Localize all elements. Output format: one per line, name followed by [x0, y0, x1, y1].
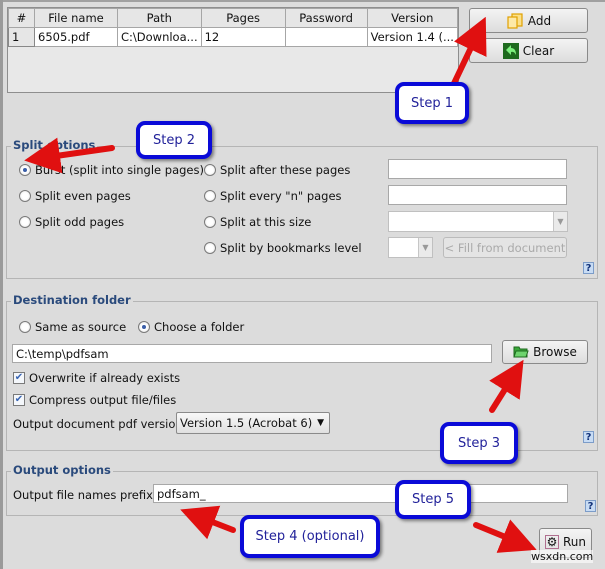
add-button[interactable]: Add: [469, 8, 588, 33]
column-header-number[interactable]: #: [8, 8, 35, 28]
column-header-path[interactable]: Path: [117, 8, 202, 28]
radio-split-odd[interactable]: [19, 216, 31, 228]
split-every-n-input[interactable]: [388, 185, 567, 205]
option-split-even[interactable]: Split even pages: [19, 189, 131, 203]
destination-help-icon[interactable]: ?: [583, 431, 594, 443]
radio-choose-folder[interactable]: [138, 321, 150, 333]
prefix-label: Output file names prefix:: [13, 488, 157, 502]
compress-checkbox[interactable]: ✔: [13, 394, 25, 406]
add-files-icon: [507, 12, 523, 29]
cell-password: [284, 27, 368, 47]
fill-from-document-button[interactable]: < Fill from document: [443, 237, 567, 258]
option-split-odd[interactable]: Split odd pages: [19, 215, 124, 229]
option-burst-label: Burst (split into single pages): [35, 163, 204, 177]
window-frame-top: [0, 0, 605, 2]
cell-version: Version 1.4 (...: [366, 27, 458, 47]
overwrite-checkbox[interactable]: ✔: [13, 372, 25, 384]
step4-callout: Step 4 (optional): [240, 515, 380, 558]
step4-arrow: [180, 505, 236, 540]
cell-number: 1: [8, 27, 35, 47]
split-help-icon[interactable]: ?: [583, 262, 594, 274]
compress-label: Compress output file/files: [29, 393, 177, 407]
radio-same-as-source[interactable]: [19, 321, 31, 333]
step5-arrow: [473, 519, 537, 553]
split-size-select[interactable]: ▼: [388, 211, 568, 232]
option-split-size[interactable]: Split at this size: [204, 215, 311, 229]
step5-callout: Step 5: [395, 480, 471, 519]
destination-folder-title: Destination folder: [11, 293, 133, 307]
step2-callout: Step 2: [136, 121, 212, 159]
radio-split-after[interactable]: [204, 164, 216, 176]
choose-folder-label: Choose a folder: [154, 320, 245, 334]
column-header-pages[interactable]: Pages: [200, 8, 286, 28]
option-burst[interactable]: Burst (split into single pages): [19, 163, 204, 177]
clear-button[interactable]: Clear: [469, 38, 588, 63]
clear-arrow-icon: [502, 42, 519, 59]
option-split-odd-label: Split odd pages: [35, 215, 125, 229]
same-as-source-label: Same as source: [35, 320, 127, 334]
column-header-version[interactable]: Version: [366, 8, 458, 28]
bookmark-level-dropdown-icon[interactable]: ▼: [418, 238, 432, 257]
add-button-label: Add: [527, 13, 552, 28]
run-button-label: Run: [562, 535, 586, 549]
option-split-bookmarks-label: Split by bookmarks level: [220, 241, 362, 255]
gear-icon: ⚙: [544, 535, 559, 549]
column-header-password[interactable]: Password: [284, 8, 368, 28]
prefix-input[interactable]: pdfsam_: [153, 484, 568, 503]
window-frame-left: [0, 0, 3, 569]
bookmark-level-select[interactable]: ▼: [388, 237, 433, 258]
option-split-after[interactable]: Split after these pages: [204, 163, 350, 177]
overwrite-label: Overwrite if already exists: [29, 371, 181, 385]
pdf-version-select[interactable]: Version 1.5 (Acrobat 6) ▼: [176, 412, 330, 434]
option-split-bookmarks[interactable]: Split by bookmarks level: [204, 241, 362, 255]
output-help-icon[interactable]: ?: [585, 500, 596, 512]
option-same-as-source[interactable]: Same as source: [19, 320, 126, 334]
output-options-title: Output options: [11, 463, 113, 477]
file-table: # File name Path Pages Password Version …: [8, 8, 458, 47]
radio-split-even[interactable]: [19, 190, 31, 202]
pdf-version-label: Output document pdf version:: [13, 417, 187, 431]
split-size-dropdown-icon[interactable]: ▼: [553, 212, 567, 231]
cell-file-name: 6505.pdf: [34, 27, 118, 47]
table-header-row: # File name Path Pages Password Version: [8, 8, 458, 28]
radio-split-size[interactable]: [204, 216, 216, 228]
option-split-even-label: Split even pages: [35, 189, 131, 203]
radio-burst[interactable]: [19, 164, 31, 176]
split-after-pages-input[interactable]: [388, 159, 567, 179]
split-options-title: Split options: [11, 138, 98, 152]
compress-option[interactable]: ✔ Compress output file/files: [13, 393, 176, 407]
option-split-every-n-label: Split every "n" pages: [220, 189, 342, 203]
column-header-file-name[interactable]: File name: [34, 8, 118, 28]
radio-split-bookmarks[interactable]: [204, 242, 216, 254]
clear-button-label: Clear: [522, 43, 555, 58]
destination-folder-input[interactable]: C:\temp\pdfsam: [12, 344, 492, 363]
folder-icon: [513, 346, 529, 358]
file-list-panel[interactable]: # File name Path Pages Password Version …: [7, 7, 459, 93]
browse-button[interactable]: Browse: [502, 340, 588, 364]
step1-callout: Step 1: [395, 82, 469, 124]
option-split-size-label: Split at this size: [220, 215, 312, 229]
option-choose-folder[interactable]: Choose a folder: [138, 320, 244, 334]
cell-pages: 12: [200, 27, 286, 47]
option-split-every-n[interactable]: Split every "n" pages: [204, 189, 342, 203]
table-row[interactable]: 1 6505.pdf C:\Downloa... 12 Version 1.4 …: [8, 27, 458, 47]
cell-path: C:\Downloa...: [117, 27, 202, 47]
radio-split-every-n[interactable]: [204, 190, 216, 202]
step3-callout: Step 3: [440, 422, 518, 464]
pdf-version-value: Version 1.5 (Acrobat 6): [180, 416, 313, 430]
pdf-version-dropdown-icon: ▼: [317, 418, 324, 428]
overwrite-option[interactable]: ✔ Overwrite if already exists: [13, 371, 180, 385]
option-split-after-label: Split after these pages: [220, 163, 351, 177]
browse-button-label: Browse: [533, 345, 577, 359]
watermark: wsxdn.com: [531, 550, 594, 563]
